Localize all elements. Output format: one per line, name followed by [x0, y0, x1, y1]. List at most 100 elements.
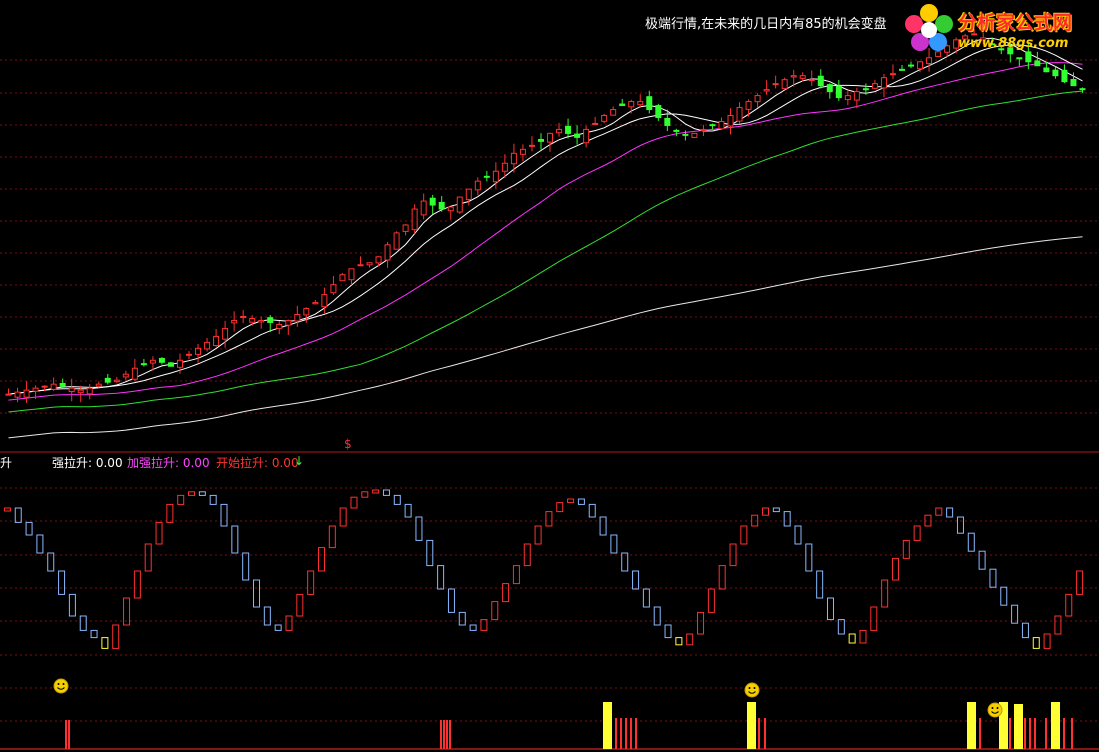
oscillator-rise-box — [133, 570, 141, 599]
oscillator-fall-box — [1000, 586, 1008, 606]
legend-item-enhanced: 加强拉升: 0.00 — [127, 456, 210, 470]
oscillator-rise-box — [328, 525, 336, 549]
signal-bar — [1045, 718, 1047, 749]
candle-up — [718, 120, 725, 130]
oscillator-rise-box — [307, 570, 315, 595]
oscillator-rise-box — [545, 511, 553, 527]
oscillator-fall-box — [599, 516, 607, 536]
candle-up — [176, 359, 183, 368]
oscillator-fall-box — [794, 525, 802, 545]
oscillator-fall-box — [989, 568, 997, 588]
candle-down — [158, 357, 165, 363]
signal-bar — [758, 718, 760, 749]
oscillator-fall-box — [79, 615, 87, 631]
smiley-icon — [53, 678, 69, 694]
oscillator-rise-box — [317, 547, 325, 572]
oscillator-fall-box — [253, 579, 261, 608]
oscillator-fall-box — [1032, 637, 1040, 649]
oscillator-fall-box — [68, 593, 76, 617]
candle-up — [231, 319, 238, 324]
oscillator-rise-box — [296, 593, 304, 617]
candle-up — [727, 114, 734, 127]
oscillator-fall-box — [426, 539, 434, 567]
oscillator-fall-box — [816, 570, 824, 599]
candle-down — [1034, 60, 1041, 67]
oscillator-fall-box — [437, 565, 445, 590]
candle-down — [1043, 67, 1050, 73]
oscillator-fall-box — [826, 597, 834, 621]
candle-down — [1061, 69, 1068, 83]
candle-up — [41, 385, 48, 388]
annotation-text: 极端行情,在未来的几日内有85的机会变盘 — [645, 17, 887, 32]
signal-bar — [1071, 718, 1073, 749]
candle-down — [1070, 78, 1077, 87]
oscillator-rise-box — [762, 507, 770, 516]
candle-down — [709, 124, 716, 127]
candle-up — [447, 206, 454, 212]
arrow-down-icon: ↓ — [294, 454, 305, 468]
candle-up — [330, 284, 337, 294]
candle-down — [619, 103, 626, 107]
candle-up — [339, 274, 346, 282]
candle-up — [77, 389, 84, 394]
candle-up — [222, 327, 229, 340]
signal-bar-strong — [1051, 702, 1060, 749]
candle-up — [880, 77, 887, 89]
oscillator-fall-box — [848, 633, 856, 644]
oscillator-rise-box — [1043, 633, 1051, 649]
oscillator-fall-box — [1021, 622, 1029, 639]
candle-up — [149, 359, 156, 364]
candle-down — [655, 105, 662, 118]
candle-up — [5, 393, 12, 396]
signal-bar — [620, 718, 622, 749]
oscillator-fall-box — [621, 552, 629, 572]
oscillator-rise-box — [491, 601, 499, 621]
oscillator-fall-box — [209, 494, 217, 505]
candle-down — [167, 362, 174, 367]
oscillator-fall-box — [956, 516, 964, 534]
oscillator-rise-box — [935, 507, 943, 516]
oscillator-fall-box — [675, 637, 683, 646]
candle-up — [871, 83, 878, 89]
smiley-icon — [987, 702, 1003, 718]
signal-bar-strong — [747, 702, 756, 749]
candle-up — [213, 335, 220, 347]
oscillator-rise-box — [718, 565, 726, 590]
candle-up — [375, 256, 382, 264]
candle-up — [186, 353, 193, 356]
oscillator-fall-box — [263, 606, 271, 626]
candle-up — [50, 383, 57, 390]
candle-up — [790, 75, 797, 78]
candle-up — [249, 317, 256, 323]
candle-up — [122, 373, 129, 378]
oscillator-rise-box — [556, 502, 564, 513]
logo-title: 分析家公式网 — [958, 12, 1073, 34]
oscillator-rise-box — [697, 611, 705, 635]
candle-down — [835, 85, 842, 99]
smiley-eye — [62, 683, 65, 685]
candle-up — [294, 314, 301, 322]
candle-up — [528, 144, 535, 147]
oscillator-rise-box — [166, 503, 174, 523]
candle-up — [86, 387, 93, 395]
smiley-eye — [753, 687, 756, 689]
smiley-eye — [748, 687, 751, 689]
candle-up — [772, 83, 779, 86]
oscillator-fall-box — [783, 511, 791, 527]
candle-up — [754, 95, 761, 103]
smiley-icon — [744, 682, 760, 698]
candle-up — [312, 302, 319, 305]
candle-up — [519, 148, 526, 155]
candle-up — [23, 389, 30, 398]
candle-up — [601, 114, 608, 122]
candle-up — [808, 79, 815, 82]
candle-up — [691, 132, 698, 138]
smiley-eye — [57, 683, 60, 685]
candle-up — [889, 73, 896, 76]
candle-up — [592, 122, 599, 125]
oscillator-fall-box — [231, 525, 239, 554]
candle-up — [700, 128, 707, 132]
signal-bar-strong — [1014, 704, 1023, 749]
candle-up — [420, 200, 427, 216]
candle-up — [240, 316, 247, 319]
